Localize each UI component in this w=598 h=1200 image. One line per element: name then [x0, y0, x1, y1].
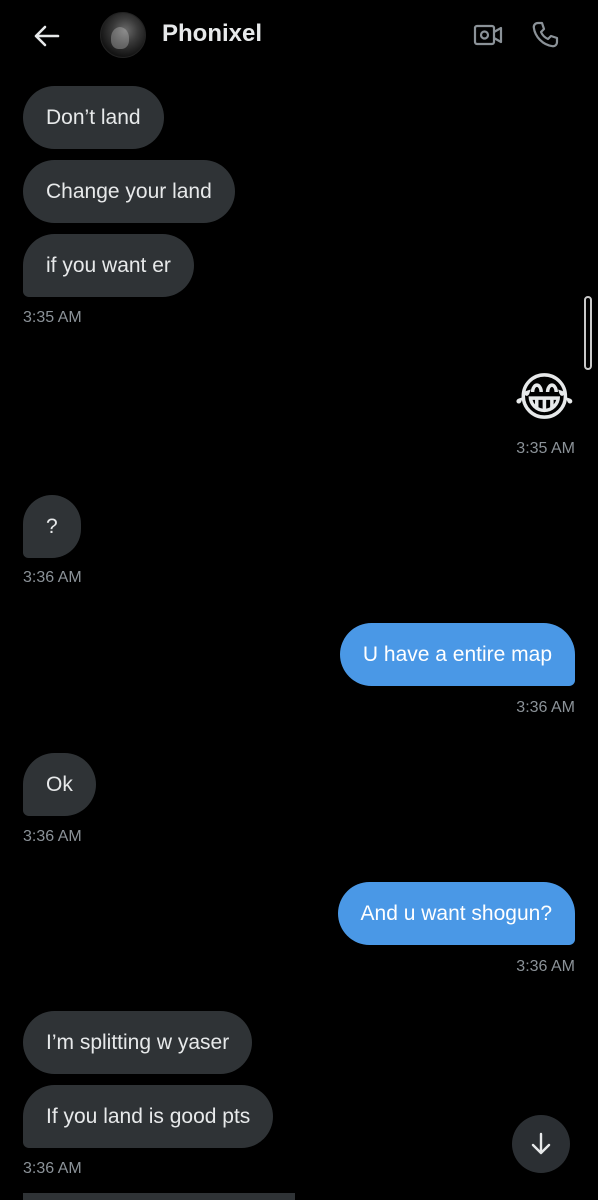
emoji-message-outgoing[interactable]: 😂 [514, 372, 575, 424]
conversation-header: Phonixel [0, 0, 598, 72]
arrow-left-icon [34, 25, 60, 47]
message-bubble-incoming[interactable]: Don’t land [23, 86, 164, 149]
video-call-button[interactable] [471, 18, 505, 52]
message-bubble-outgoing[interactable]: And u want shogun? [337, 882, 575, 945]
message-bubble-outgoing[interactable]: U have a entire map [339, 623, 575, 686]
message-bubble-incoming[interactable]: Ok [23, 753, 96, 816]
scroll-to-bottom-button[interactable] [512, 1115, 570, 1173]
message-timestamp: 3:36 AM [23, 569, 82, 586]
voice-call-button[interactable] [528, 18, 562, 52]
arrow-down-icon [531, 1132, 551, 1155]
partially-visible-message [23, 1193, 295, 1200]
message-bubble-incoming[interactable]: I’m splitting w yaser [23, 1011, 253, 1074]
scrollbar[interactable] [584, 296, 592, 370]
video-camera-icon [473, 24, 503, 46]
message-thread: Don’t land Change your land if you want … [0, 72, 598, 1200]
message-bubble-incoming[interactable]: ? [23, 495, 81, 558]
contact-name[interactable]: Phonixel [162, 20, 262, 48]
message-bubble-incoming[interactable]: if you want er [23, 234, 194, 297]
phone-icon [532, 21, 559, 48]
message-bubble-incoming[interactable]: Change your land [23, 160, 235, 223]
message-timestamp: 3:36 AM [23, 828, 82, 845]
message-bubble-incoming[interactable]: If you land is good pts [23, 1085, 274, 1148]
avatar[interactable] [100, 12, 146, 58]
message-timestamp: 3:36 AM [516, 699, 575, 716]
message-timestamp: 3:36 AM [23, 1160, 82, 1177]
back-button[interactable] [28, 18, 64, 54]
message-timestamp: 3:36 AM [516, 958, 575, 975]
message-timestamp: 3:35 AM [516, 440, 575, 457]
message-timestamp: 3:35 AM [23, 309, 82, 326]
